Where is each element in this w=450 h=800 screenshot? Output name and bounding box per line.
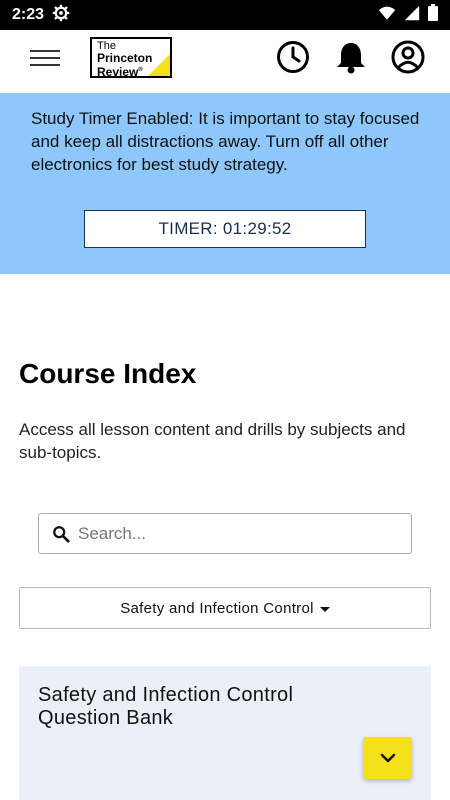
cellular-signal-icon <box>404 5 420 26</box>
expand-button[interactable] <box>363 737 412 779</box>
question-bank-title: Safety and Infection Control Question Ba… <box>38 684 294 729</box>
settings-gear-icon <box>52 4 70 27</box>
princeton-review-logo[interactable]: The Princeton Review® <box>90 37 172 78</box>
status-bar: 2:23 <box>0 0 450 30</box>
course-description: Access all lesson content and drills by … <box>19 420 406 462</box>
subject-dropdown[interactable]: Safety and Infection Control <box>19 587 431 629</box>
search-input[interactable] <box>78 523 378 544</box>
app-header: The Princeton Review® <box>0 30 450 93</box>
bell-icon[interactable] <box>333 39 369 75</box>
wifi-icon <box>378 5 396 26</box>
battery-icon <box>428 4 438 26</box>
search-icon <box>53 525 70 543</box>
account-icon[interactable] <box>390 39 426 75</box>
chevron-down-icon <box>380 753 395 763</box>
study-timer-banner: Study Timer Enabled: It is important to … <box>0 93 450 274</box>
page-title: Course Index <box>19 358 197 389</box>
caret-down-icon <box>319 606 330 612</box>
logo-line-2: Princeton <box>97 51 153 65</box>
search-bar[interactable] <box>38 513 412 554</box>
question-bank-card[interactable]: Safety and Infection Control Question Ba… <box>19 666 431 800</box>
subject-dropdown-label: Safety and Infection Control <box>120 599 314 617</box>
status-time: 2:23 <box>12 6 45 23</box>
timer-message: Study Timer Enabled: It is important to … <box>31 109 420 174</box>
clock-icon[interactable] <box>275 39 311 75</box>
menu-icon[interactable] <box>30 50 60 72</box>
timer-display[interactable]: TIMER: 01:29:52 <box>84 210 366 248</box>
logo-accent-triangle <box>148 54 170 76</box>
logo-line-3: Review® <box>97 65 143 78</box>
